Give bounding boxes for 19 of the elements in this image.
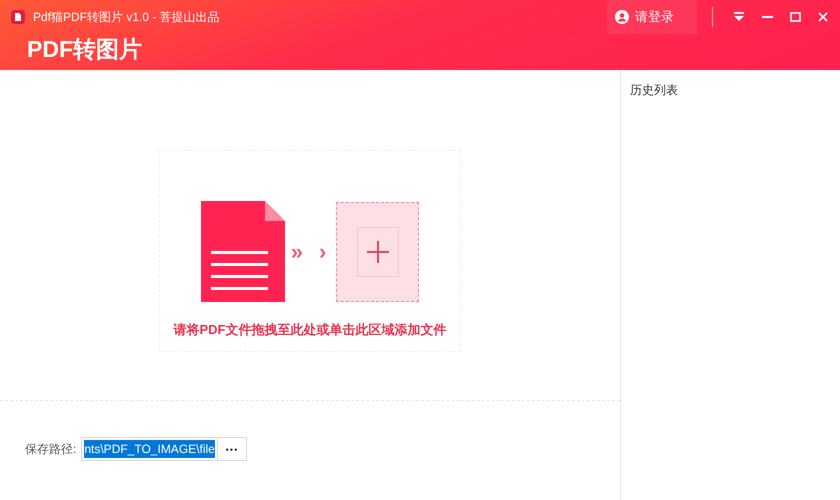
save-path-label: 保存路径: [25, 441, 76, 458]
history-title: 历史列表 [630, 83, 678, 97]
single-arrow: › [318, 238, 326, 266]
close-icon[interactable] [818, 12, 828, 22]
maximize-icon[interactable] [790, 12, 801, 22]
app-heading: PDF转图片 [27, 35, 142, 64]
dropdown-icon[interactable] [733, 12, 745, 22]
add-file-tile[interactable] [336, 202, 420, 302]
double-arrow: » [290, 238, 303, 266]
window-title: Pdf猫PDF转图片 v1.0 - 菩提山出品 [33, 9, 220, 26]
drop-hint: 请将PDF文件拖拽至此处或单击此区域添加文件 [174, 321, 446, 339]
plus-icon [356, 226, 399, 276]
login-button[interactable]: 请登录 [607, 0, 697, 34]
app-logo-icon [11, 10, 25, 24]
save-path-field[interactable]: nts\PDF_TO_IMAGE\file [81, 437, 218, 461]
document-icon [200, 201, 285, 302]
user-icon [615, 10, 629, 24]
drop-zone[interactable]: » › 请将PDF文件拖拽至此处或单击此区域添加文件 [159, 150, 461, 352]
browse-button[interactable]: ··· [218, 437, 247, 461]
